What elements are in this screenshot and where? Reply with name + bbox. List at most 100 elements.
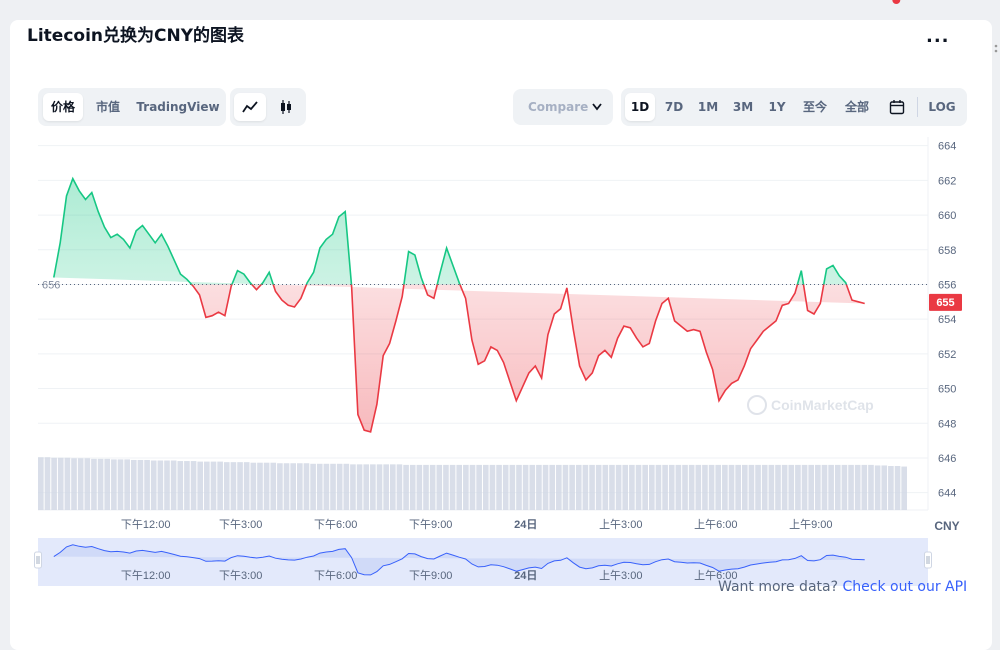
volume-bar <box>874 465 881 510</box>
volume-bar <box>97 458 104 510</box>
x-tick-label: 下午6:00 <box>314 518 357 531</box>
volume-bar <box>821 464 828 510</box>
price-chart: 656 664 662 660 658 656 654 652 650 648 646 644 下午… <box>34 0 962 586</box>
volume-bar <box>815 464 821 510</box>
volume-bar <box>622 464 629 510</box>
volume-bar <box>456 464 463 510</box>
navigator-tick-label: 下午9:00 <box>409 569 452 582</box>
volume-bar <box>277 463 283 510</box>
volume-bar <box>157 460 164 510</box>
volume-bars <box>38 457 907 510</box>
volume-bar <box>795 464 801 510</box>
volume-bar <box>144 459 150 510</box>
volume-bar <box>323 463 330 510</box>
volume-bar <box>901 466 907 510</box>
volume-bar <box>476 464 482 510</box>
volume-bar <box>868 464 874 510</box>
volume-bar <box>516 464 522 510</box>
navigator-tick-label: 24日 <box>514 569 537 582</box>
volume-bar <box>735 464 741 510</box>
volume-bar <box>801 464 808 510</box>
volume-bar <box>111 459 117 510</box>
last-price-label: 655 <box>936 297 954 309</box>
volume-bar <box>190 461 197 510</box>
volume-bar <box>443 464 449 510</box>
volume-bar <box>336 463 343 510</box>
volume-bar <box>489 464 496 510</box>
volume-bar <box>848 464 854 510</box>
volume-bar <box>51 457 57 510</box>
volume-bar <box>589 464 595 510</box>
volume-bar <box>642 464 648 510</box>
x-tick-label: 下午3:00 <box>219 518 262 531</box>
volume-bar <box>303 463 310 510</box>
volume-bar <box>170 460 177 510</box>
volume-bar <box>197 461 204 510</box>
volume-bar <box>237 462 243 510</box>
volume-bar <box>881 465 888 510</box>
volume-bar <box>257 462 263 510</box>
volume-bar <box>270 462 277 510</box>
volume-bar <box>217 461 223 510</box>
volume-bar <box>668 464 675 510</box>
volume-bar <box>536 464 542 510</box>
volume-bar <box>788 464 795 510</box>
volume-bar <box>635 464 642 510</box>
y-tick-label: 658 <box>938 245 956 257</box>
volume-bar <box>370 464 376 510</box>
right-edge-marker <box>992 42 1000 59</box>
volume-bar <box>38 457 44 510</box>
y-axis-ticks: 664 662 660 658 656 654 652 650 648 646 644 <box>938 141 956 500</box>
currency-label: CNY <box>934 519 959 533</box>
volume-bar <box>775 464 781 510</box>
volume-bar <box>77 458 84 510</box>
volume-bar <box>888 466 894 510</box>
volume-bar <box>263 462 270 510</box>
volume-bar <box>575 464 582 510</box>
volume-bar <box>124 459 130 510</box>
navigator-handle-left[interactable] <box>34 551 42 569</box>
volume-bar <box>389 464 396 510</box>
volume-bar <box>310 463 316 510</box>
y-tick-label: 652 <box>938 349 956 361</box>
volume-bar <box>383 464 389 510</box>
volume-bar <box>71 458 77 510</box>
volume-bar <box>57 457 64 510</box>
volume-bar <box>695 464 702 510</box>
x-tick-label: 24日 <box>514 518 537 531</box>
volume-bar <box>808 464 815 510</box>
volume-bar <box>854 464 861 510</box>
volume-bar <box>715 464 722 510</box>
volume-bar <box>449 464 456 510</box>
y-tick-label: 644 <box>938 488 956 500</box>
volume-bar <box>615 464 622 510</box>
volume-bar <box>403 464 409 510</box>
volume-bar <box>861 464 868 510</box>
last-price-marker: 655 <box>892 0 962 311</box>
volume-bar <box>781 464 788 510</box>
navigator-handle-right[interactable] <box>924 551 932 569</box>
volume-bar <box>356 464 363 510</box>
navigator-tick-label: 下午12:00 <box>121 569 171 582</box>
volume-bar <box>91 458 97 510</box>
volume-bar <box>84 458 91 510</box>
x-axis-ticks: 下午12:00 下午3:00 下午6:00 下午9:00 24日 上午3:00 上午6:00… <box>121 518 833 531</box>
volume-bar <box>290 463 297 510</box>
x-tick-label: 上午6:00 <box>694 518 737 531</box>
volume-bar <box>283 463 290 510</box>
volume-bar <box>522 464 529 510</box>
volume-bar <box>409 464 416 510</box>
volume-bar <box>562 464 569 510</box>
x-tick-label: 下午9:00 <box>409 518 452 531</box>
volume-bar <box>230 462 237 510</box>
volume-bar <box>243 462 250 510</box>
api-link[interactable]: Check out our API <box>842 579 967 595</box>
volume-bar <box>602 464 609 510</box>
volume-bar <box>64 457 71 510</box>
volume-bar <box>44 457 51 510</box>
y-tick-label: 646 <box>938 453 956 465</box>
drag-handle-icon <box>994 44 998 53</box>
y-tick-label: 660 <box>938 210 956 222</box>
volume-bar <box>330 463 336 510</box>
volume-bar <box>496 464 502 510</box>
